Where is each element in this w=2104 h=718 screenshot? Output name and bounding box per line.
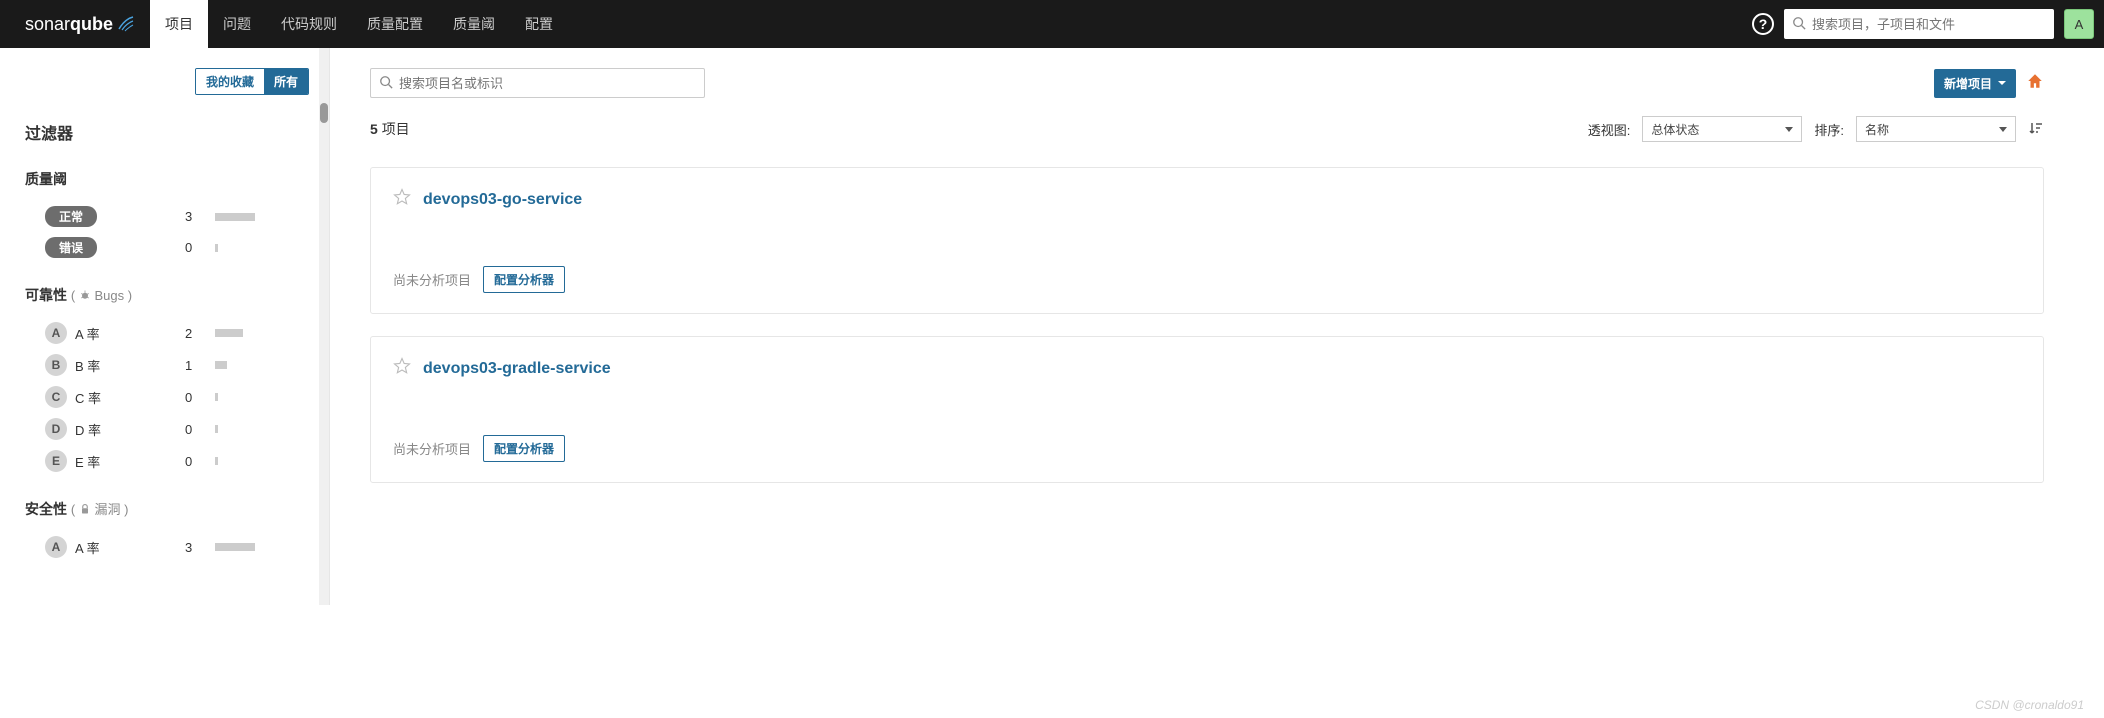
- logo-waves-icon: [117, 15, 135, 33]
- help-icon[interactable]: ?: [1752, 13, 1774, 35]
- perspective-select[interactable]: 总体状态: [1642, 116, 1802, 142]
- quality-gate-title: 质量阈: [25, 169, 309, 189]
- star-icon[interactable]: [393, 357, 411, 380]
- nav-quality-profiles[interactable]: 质量配置: [352, 0, 438, 48]
- global-search-input[interactable]: [1812, 17, 2046, 32]
- bar-passed: [215, 213, 255, 221]
- count-passed: 3: [185, 209, 215, 224]
- security-title: 安全性 ( 漏洞 ): [25, 499, 309, 519]
- search-icon: [379, 75, 393, 92]
- perspective-label: 透视图:: [1588, 120, 1631, 139]
- toggle-my-favorites[interactable]: 我的收藏: [196, 69, 264, 94]
- favorites-toggle: 我的收藏 所有: [25, 68, 309, 95]
- filter-security: 安全性 ( 漏洞 ) AA 率 3: [25, 499, 309, 563]
- filter-row-passed[interactable]: 正常 3: [25, 201, 309, 232]
- filter-row-reliability-a[interactable]: AA 率 2: [25, 317, 309, 349]
- count-failed: 0: [185, 240, 215, 255]
- filters-title: 过滤器: [25, 120, 309, 144]
- project-count: 5 项目: [370, 119, 410, 139]
- project-search[interactable]: [370, 68, 705, 98]
- project-card: devops03-go-service 尚未分析项目 配置分析器: [370, 167, 2044, 314]
- watermark: CSDN @cronaldo91: [1975, 698, 2084, 712]
- sidebar-scrollbar-track[interactable]: [319, 48, 329, 605]
- not-analyzed-label: 尚未分析项目: [393, 439, 471, 458]
- filter-row-reliability-b[interactable]: BB 率 1: [25, 349, 309, 381]
- global-search[interactable]: [1784, 9, 2054, 39]
- project-link[interactable]: devops03-gradle-service: [423, 360, 611, 378]
- filter-row-reliability-c[interactable]: CC 率 0: [25, 381, 309, 413]
- sort-select[interactable]: 名称: [1856, 116, 2016, 142]
- project-card: devops03-gradle-service 尚未分析项目 配置分析器: [370, 336, 2044, 483]
- rating-badge-c: C: [45, 386, 67, 408]
- controls-row: 5 项目 透视图: 总体状态 排序: 名称: [370, 116, 2044, 142]
- sidebar: 我的收藏 所有 过滤器 质量阈 正常 3 错误 0 可靠性 (: [0, 48, 330, 605]
- sort-label: 排序:: [1814, 120, 1844, 139]
- nav-rules[interactable]: 代码规则: [266, 0, 352, 48]
- nav-admin[interactable]: 配置: [510, 0, 568, 48]
- logo[interactable]: sonarqube: [10, 14, 150, 35]
- filter-row-reliability-d[interactable]: DD 率 0: [25, 413, 309, 445]
- reliability-title: 可靠性 ( Bugs ): [25, 285, 309, 305]
- rating-badge-a: A: [45, 322, 67, 344]
- main-top-row: 新增项目: [370, 68, 2044, 98]
- filter-row-failed[interactable]: 错误 0: [25, 232, 309, 263]
- project-link[interactable]: devops03-go-service: [423, 191, 582, 209]
- filter-row-reliability-e[interactable]: EE 率 0: [25, 445, 309, 477]
- avatar[interactable]: A: [2064, 9, 2094, 39]
- main: 新增项目 5 项目 透视图: 总体状态 排序: 名称: [330, 48, 2104, 605]
- filter-quality-gate: 质量阈 正常 3 错误 0: [25, 169, 309, 263]
- rating-badge-d: D: [45, 418, 67, 440]
- filter-reliability: 可靠性 ( Bugs ) AA 率 2 BB 率 1 CC 率 0: [25, 285, 309, 477]
- star-icon[interactable]: [393, 188, 411, 211]
- project-search-input[interactable]: [399, 76, 696, 91]
- content: 我的收藏 所有 过滤器 质量阈 正常 3 错误 0 可靠性 (: [0, 48, 2104, 605]
- header-right: ? A: [1752, 9, 2094, 39]
- search-icon: [1792, 16, 1806, 33]
- badge-failed: 错误: [45, 237, 97, 258]
- new-project-button[interactable]: 新增项目: [1934, 69, 2016, 98]
- nav-projects[interactable]: 项目: [150, 0, 208, 48]
- configure-analysis-button[interactable]: 配置分析器: [483, 435, 565, 462]
- nav-quality-gates[interactable]: 质量阈: [438, 0, 510, 48]
- logo-text-sonar: sonar: [25, 14, 70, 35]
- toggle-all[interactable]: 所有: [264, 69, 308, 94]
- filter-row-security-a[interactable]: AA 率 3: [25, 531, 309, 563]
- nav-issues[interactable]: 问题: [208, 0, 266, 48]
- logo-text-qube: qube: [70, 14, 113, 35]
- global-header: sonarqube 项目 问题 代码规则 质量配置 质量阈 配置 ? A: [0, 0, 2104, 48]
- rating-badge-b: B: [45, 354, 67, 376]
- lock-icon: [79, 503, 91, 515]
- rating-badge-e: E: [45, 450, 67, 472]
- badge-passed: 正常: [45, 206, 97, 227]
- rating-badge-a: A: [45, 536, 67, 558]
- configure-analysis-button[interactable]: 配置分析器: [483, 266, 565, 293]
- sidebar-scrollbar-thumb[interactable]: [320, 103, 328, 123]
- not-analyzed-label: 尚未分析项目: [393, 270, 471, 289]
- chevron-down-icon: [1998, 79, 2006, 87]
- main-nav: 项目 问题 代码规则 质量配置 质量阈 配置: [150, 0, 568, 48]
- bar-failed: [215, 244, 218, 252]
- home-icon[interactable]: [2026, 72, 2044, 95]
- bug-icon: [79, 289, 91, 301]
- sort-direction-icon[interactable]: [2028, 120, 2044, 139]
